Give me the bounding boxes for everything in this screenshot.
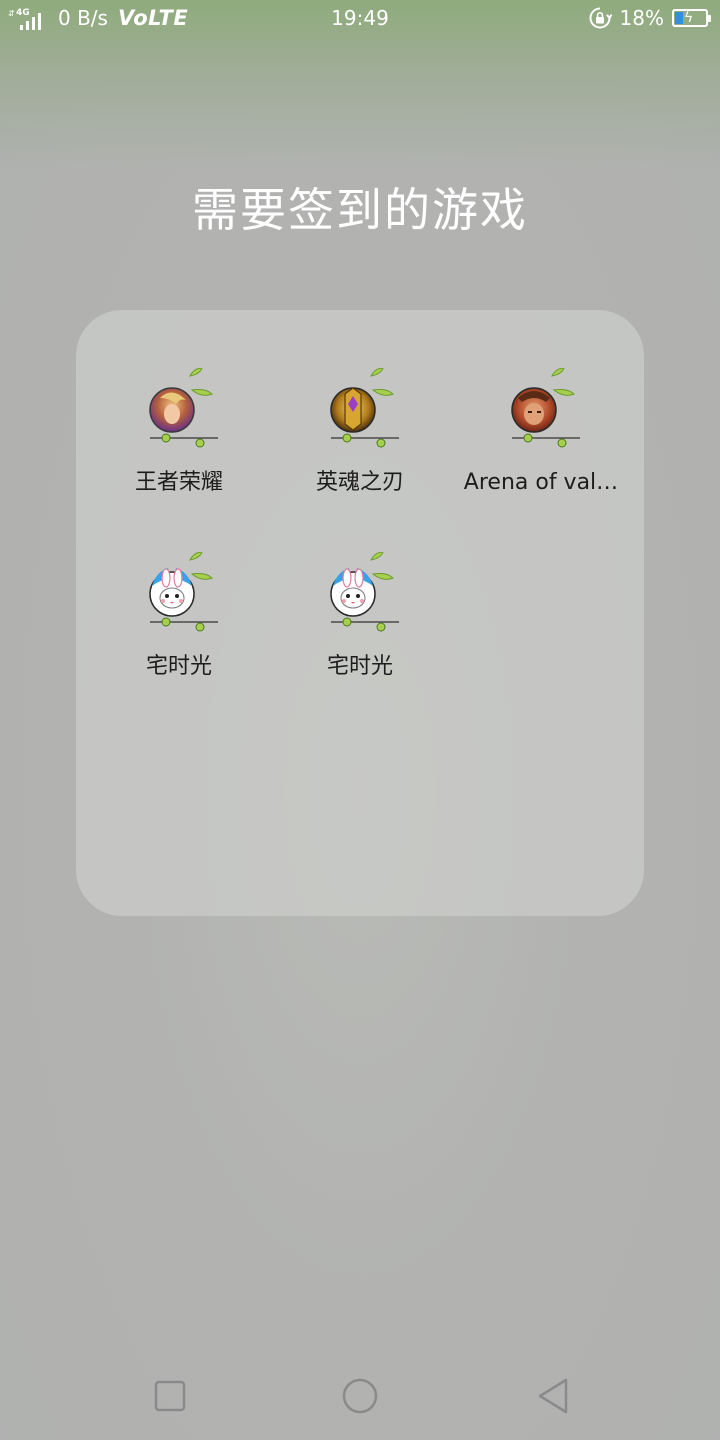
status-bar: ⇵ 4G 0 B/s VoLTE 19:49 18% ϟ xyxy=(0,0,720,36)
games-folder-panel: 王者荣耀 英魂之刃 Arena of val… 宅时光 宅时光 xyxy=(76,310,644,916)
app-item-zhai-shi-guang-2[interactable]: 宅时光 xyxy=(265,494,455,679)
navigation-bar xyxy=(0,1350,720,1440)
app-label: Arena of val… xyxy=(463,470,619,495)
recents-square-icon[interactable] xyxy=(148,1374,192,1418)
battery-level xyxy=(675,12,683,24)
back-triangle-icon[interactable] xyxy=(532,1374,576,1418)
charging-bolt-icon: ϟ xyxy=(684,10,694,26)
page-title: 需要签到的游戏 xyxy=(192,183,528,237)
honor-of-kings-hero-icon xyxy=(149,368,218,448)
soul-blade-crest-icon xyxy=(330,368,399,448)
status-right: 18% ϟ xyxy=(588,4,711,32)
app-label: 宅时光 xyxy=(326,654,393,679)
app-item-arena-of-valor[interactable]: Arena of val… xyxy=(446,310,636,495)
home-circle-icon[interactable] xyxy=(338,1374,382,1418)
battery-percent: 18% xyxy=(619,6,664,30)
app-label: 宅时光 xyxy=(145,654,212,679)
bunny-mascot-icon xyxy=(330,552,399,632)
arena-of-valor-hero-icon xyxy=(511,368,580,448)
app-item-honor-of-kings[interactable]: 王者荣耀 xyxy=(84,310,274,495)
battery-icon: ϟ xyxy=(672,9,711,27)
app-item-zhai-shi-guang[interactable]: 宅时光 xyxy=(84,494,274,679)
rotation-lock-icon xyxy=(589,7,612,29)
bunny-mascot-icon xyxy=(149,552,218,632)
app-item-soul-blade[interactable]: 英魂之刃 xyxy=(265,310,455,495)
